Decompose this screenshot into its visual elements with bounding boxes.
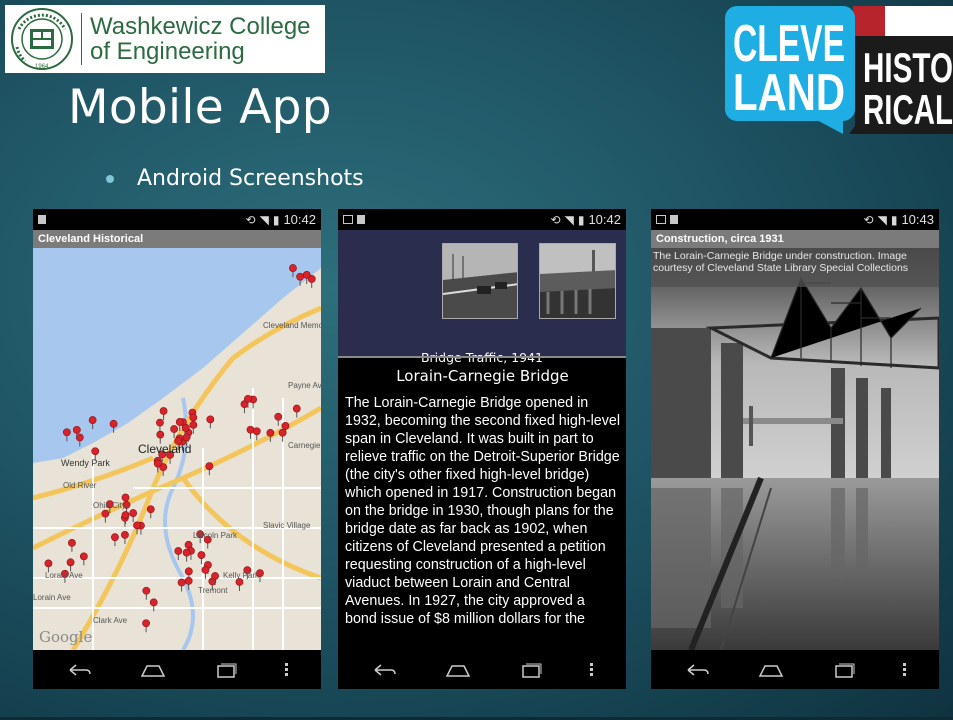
- map-label: Cleveland: [138, 442, 191, 456]
- map-label: Ohio City: [93, 501, 126, 510]
- college-logo: 1964 Washkewicz College of Engineering: [5, 5, 325, 73]
- recents-icon[interactable]: [517, 661, 545, 679]
- map-label: Wendy Park: [61, 458, 110, 468]
- logo-divider: [81, 13, 82, 65]
- gallery-thumbnail-traffic[interactable]: [442, 243, 518, 319]
- map-view[interactable]: Cleveland Wendy Park Old River Lorain Ave Cl…: [33, 248, 321, 650]
- home-icon[interactable]: [444, 661, 472, 679]
- home-icon[interactable]: [139, 661, 167, 679]
- back-icon[interactable]: [66, 661, 94, 679]
- article-body: The Lorain-Carnegie Bridge opened in 193…: [345, 395, 620, 627]
- map-label: Old River: [63, 481, 97, 490]
- app-title-bar: Cleveland Historical: [33, 230, 321, 248]
- rotate-icon: ⟲: [245, 212, 256, 227]
- college-name-line1: Washkewicz College: [90, 13, 311, 40]
- wifi-icon: ◥: [877, 212, 887, 227]
- map-label: Clark Ave: [93, 616, 128, 625]
- map-label: Lorain Ave: [45, 571, 83, 580]
- notification-icon: [670, 215, 678, 224]
- logo-land-text: LAND: [733, 64, 845, 122]
- wifi-icon: ◥: [259, 212, 269, 227]
- recents-icon[interactable]: [212, 661, 240, 679]
- bullet-item: Android Screenshots: [106, 166, 364, 191]
- nav-bar: [651, 650, 939, 689]
- map-label: Slavic Village: [263, 521, 311, 530]
- logo-rical-text: RICAL: [863, 86, 953, 133]
- nav-bar: [338, 650, 626, 689]
- notification-icon: [38, 215, 46, 224]
- status-bar: ⟲ ◥ ▮ 10:43: [651, 209, 939, 230]
- status-bar: ⟲ ◥ ▮ 10:42: [33, 209, 321, 230]
- phone-screenshot-article: ⟲ ◥ ▮ 10:42 Bridge Traffic, 1: [338, 209, 626, 689]
- phone-screenshot-map: ⟲ ◥ ▮ 10:42 Cleveland Historical Clevela…: [33, 209, 321, 689]
- bullet-text: Android Screenshots: [137, 166, 364, 191]
- photo-title-bar: Construction, circa 1931: [651, 230, 939, 248]
- map-label: Lorain Ave: [33, 593, 71, 602]
- notification-icon: [357, 215, 365, 224]
- image-notification-icon: [343, 215, 353, 224]
- clock: 10:42: [283, 212, 316, 227]
- menu-icon[interactable]: [902, 663, 907, 676]
- google-attribution: Google: [39, 628, 93, 646]
- nav-bar: [33, 650, 321, 689]
- phone-screenshot-photo: ⟲ ◥ ▮ 10:43 Construction, circa 1931 The…: [651, 209, 939, 689]
- cleveland-historical-logo: CLEVE LAND HISTO RICAL: [725, 6, 953, 134]
- image-gallery[interactable]: Bridge Traffic, 1941: [338, 230, 626, 365]
- college-name-line2: of Engineering: [90, 38, 245, 65]
- battery-icon: ▮: [890, 212, 898, 227]
- wifi-icon: ◥: [564, 212, 574, 227]
- logo-histo-text: HISTO: [863, 44, 953, 91]
- map-label: Cleveland Memorial: [263, 321, 321, 330]
- seal-year: 1964: [35, 64, 49, 70]
- menu-icon[interactable]: [284, 663, 289, 676]
- college-name: Washkewicz College of Engineering: [90, 14, 311, 64]
- rotate-icon: ⟲: [550, 212, 561, 227]
- recents-icon[interactable]: [830, 661, 858, 679]
- clock: 10:43: [901, 212, 934, 227]
- clock: 10:42: [588, 212, 621, 227]
- back-icon[interactable]: [371, 661, 399, 679]
- article-title: Lorain-Carnegie Bridge: [396, 367, 569, 385]
- bullet-dot-icon: [106, 174, 114, 183]
- map-label: Lincoln Park: [193, 531, 238, 540]
- slide-title: Mobile App: [68, 80, 332, 135]
- photo-caption: The Lorain-Carnegie Bridge under constru…: [651, 248, 939, 287]
- status-bar: ⟲ ◥ ▮ 10:42: [338, 209, 626, 230]
- back-icon[interactable]: [684, 661, 712, 679]
- university-seal-icon: 1964: [5, 5, 79, 73]
- gallery-thumbnail-bridge[interactable]: [539, 243, 616, 319]
- battery-icon: ▮: [577, 212, 585, 227]
- battery-icon: ▮: [272, 212, 280, 227]
- map-label: Kelly Park: [223, 571, 260, 580]
- article-content: Lorain-Carnegie Bridge The Lorain-Carneg…: [338, 358, 626, 650]
- rotate-icon: ⟲: [863, 212, 874, 227]
- home-icon[interactable]: [757, 661, 785, 679]
- image-notification-icon: [656, 215, 666, 224]
- map-label: Payne Ave: [288, 381, 321, 390]
- historical-photo[interactable]: The Lorain-Carnegie Bridge under constru…: [651, 248, 939, 650]
- menu-icon[interactable]: [589, 663, 594, 676]
- map-label: Tremont: [198, 586, 228, 595]
- map-label: Carnegie: [288, 441, 321, 450]
